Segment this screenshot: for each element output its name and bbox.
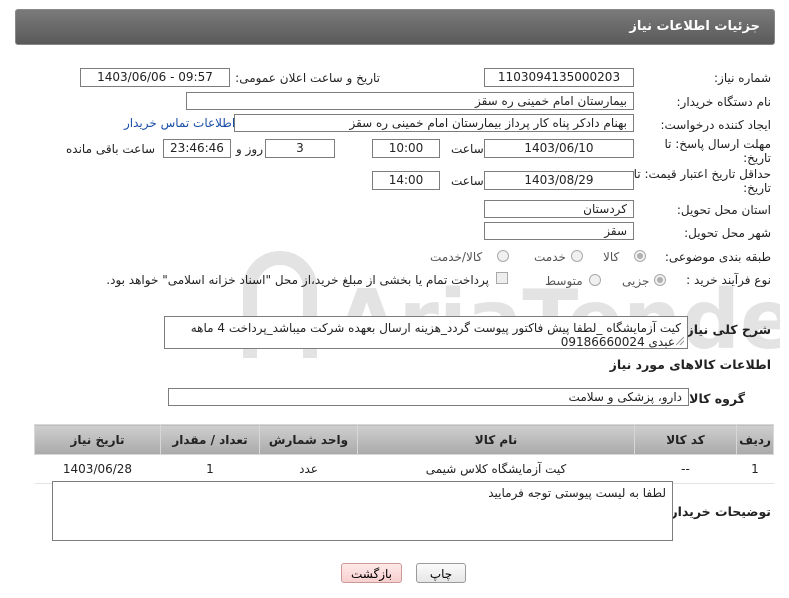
print-button[interactable]: چاپ (416, 563, 466, 583)
category-service-label: خدمت (534, 250, 566, 264)
remaining-time-field: 23:46:46 (163, 139, 231, 158)
category-both-label: کالا/خدمت (430, 250, 483, 264)
description-text: کیت آزمایشگاه _لطفا پیش فاکتور پیوست گرد… (190, 321, 681, 349)
remaining-days-field: 3 (265, 139, 335, 158)
price-validity-label-date: تاریخ: (743, 181, 771, 195)
requester-label: ایجاد کننده درخواست: (660, 118, 771, 132)
col-qty-header: تعداد / مقدار (160, 424, 260, 455)
row-number: 1 (736, 454, 774, 484)
treasury-note: پرداخت تمام یا بخشی از مبلغ خرید،از محل … (106, 273, 489, 287)
reply-deadline-label-date: تاریخ: (743, 151, 771, 165)
row-qty: 1 (160, 454, 260, 484)
days-label: روز و (236, 142, 263, 156)
city-label: شهر محل تحویل: (684, 226, 771, 240)
buyer-org-label: نام دستگاه خریدار: (676, 95, 772, 109)
goods-table: ردیف کد کالا نام کالا واحد شمارش تعداد /… (34, 424, 774, 484)
category-goods-radio[interactable] (634, 250, 646, 262)
price-validity-date-field: 1403/08/29 (484, 171, 634, 190)
goods-group-label: گروه کالا: (684, 391, 745, 406)
buyer-notes-text: لطفا به لیست پیوستی توجه فرمایید (488, 486, 666, 500)
col-name-header: نام کالا (357, 424, 635, 455)
category-goods-label: کالا (603, 250, 620, 264)
process-medium-radio[interactable] (589, 274, 601, 286)
buyer-notes-field: لطفا به لیست پیوستی توجه فرمایید (52, 481, 673, 541)
process-label: نوع فرآیند خرید : (686, 273, 771, 287)
col-code-header: کد کالا (634, 424, 737, 455)
reply-time-field: 10:00 (372, 139, 440, 158)
process-medium-label: متوسط (545, 274, 583, 288)
description-field: کیت آزمایشگاه _لطفا پیش فاکتور پیوست گرد… (164, 316, 688, 349)
col-date-header: تاریخ نیاز (34, 424, 161, 455)
description-label: شرح کلی نیاز: (681, 322, 771, 337)
need-number-field: 1103094135000203 (484, 68, 634, 87)
goods-group-field: دارو، پزشکی و سلامت (168, 388, 689, 406)
price-validity-time-field: 14:00 (372, 171, 440, 190)
page-title: جزئیات اطلاعات نیاز (629, 19, 760, 34)
province-label: استان محل تحویل: (676, 203, 771, 217)
goods-table-header: ردیف کد کالا نام کالا واحد شمارش تعداد /… (34, 424, 774, 455)
row-code: -- (634, 454, 737, 484)
reply-deadline-label: مهلت ارسال پاسخ: تا (664, 137, 771, 151)
treasury-checkbox[interactable] (496, 272, 508, 284)
col-unit-header: واحد شمارش (259, 424, 358, 455)
category-service-radio[interactable] (571, 250, 583, 262)
col-row-header: ردیف (736, 424, 774, 455)
need-number-label: شماره نیاز: (714, 71, 771, 85)
buyer-notes-label: توضیحات خریدار: (665, 504, 771, 519)
page-header: جزئیات اطلاعات نیاز (15, 9, 775, 45)
city-field: سقز (484, 222, 634, 240)
remaining-label: ساعت باقی مانده (66, 142, 156, 156)
announce-date-field: 1403/06/06 - 09:57 (80, 68, 230, 87)
buyer-org-field: بیمارستان امام خمینی ره سقز (186, 92, 634, 110)
table-row: 1 -- کیت آزمایشگاه کلاس شیمی عدد 1 1403/… (34, 454, 774, 484)
row-unit: عدد (259, 454, 358, 484)
row-date: 1403/06/28 (34, 454, 161, 484)
category-label: طبقه بندی موضوعی: (664, 250, 771, 264)
back-button[interactable]: بازگشت (341, 563, 402, 583)
buyer-contact-link[interactable]: اطلاعات تماس خریدار (124, 116, 235, 130)
row-name: کیت آزمایشگاه کلاس شیمی (357, 454, 635, 484)
requester-field: بهنام دادکر پناه کار پرداز بیمارستان اما… (234, 114, 634, 132)
goods-section-title: اطلاعات کالاهای مورد نیاز (609, 357, 771, 372)
reply-time-label: ساعت (451, 142, 484, 156)
price-validity-label: حداقل تاریخ اعتبار قیمت: تا (633, 167, 771, 181)
category-both-radio[interactable] (497, 250, 509, 262)
province-field: کردستان (484, 200, 634, 218)
resize-handle[interactable] (676, 337, 684, 345)
price-validity-time-label: ساعت (451, 174, 484, 188)
reply-date-field: 1403/06/10 (484, 139, 634, 158)
announce-date-label: تاریخ و ساعت اعلان عمومی: (235, 71, 380, 85)
process-minor-label: جزیی (622, 274, 650, 288)
process-minor-radio[interactable] (654, 274, 666, 286)
